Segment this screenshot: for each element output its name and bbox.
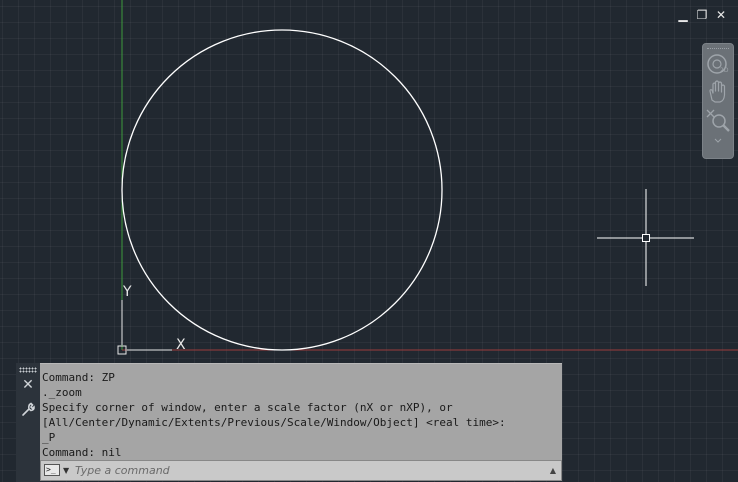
close-icon: ✕ [22, 377, 34, 393]
pan-hand-icon[interactable] [703, 78, 733, 106]
recent-commands-dropdown-icon[interactable]: ▼ [63, 463, 69, 478]
ucs-icon: Y X [117, 284, 186, 355]
history-line: _P [42, 431, 56, 444]
wrench-icon [22, 402, 35, 416]
command-line-close-button[interactable]: ✕ [18, 375, 38, 395]
command-history: Command: ZP ._zoom Specify corner of win… [40, 363, 562, 460]
ucs-x-label: X [176, 337, 186, 353]
pickbox [642, 234, 650, 242]
command-line-window: ✕ Command: ZP ._zoom Specify corner of w… [16, 363, 562, 482]
minimize-icon: ▁ [678, 8, 688, 22]
command-input-row: >_ ▼ ▲ [40, 460, 562, 481]
zoom-magnifier-icon[interactable] [703, 106, 733, 136]
steering-wheel-icon[interactable]: 2D [703, 52, 733, 78]
viewport-close-button[interactable]: ✕ [713, 7, 729, 23]
restore-icon: ❐ [696, 8, 708, 22]
ucs-y-label: Y [122, 284, 132, 300]
command-prompt-icon[interactable]: >_ [44, 464, 60, 476]
navigation-bar[interactable]: 2D [702, 43, 734, 159]
command-line-customize-button[interactable] [18, 399, 38, 419]
circle-entity[interactable] [121, 29, 443, 351]
history-line: Command: nil [42, 446, 122, 459]
history-expand-icon[interactable]: ▲ [550, 464, 556, 477]
crosshair-cursor [597, 189, 694, 286]
viewport-restore-button[interactable]: ❐ [694, 7, 710, 23]
history-line: [All/Center/Dynamic/Extents/Previous/Sca… [42, 416, 506, 429]
svg-text:2D: 2D [720, 67, 729, 74]
history-line: Specify corner of window, enter a scale … [42, 401, 453, 414]
history-line: Command: ZP [42, 371, 115, 384]
command-input[interactable] [75, 462, 515, 479]
close-icon: ✕ [715, 8, 727, 22]
command-line-toolbar: ✕ [16, 363, 40, 482]
command-line-grip[interactable] [19, 367, 37, 373]
viewport-minimize-button[interactable]: ▁ [675, 7, 691, 23]
history-line: ._zoom [42, 386, 82, 399]
navbar-dropdown-icon[interactable] [703, 136, 733, 146]
